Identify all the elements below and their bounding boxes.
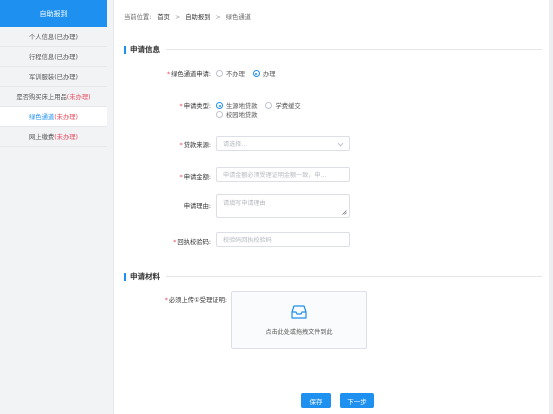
radio-tuition-deferral[interactable]: 学费缓交 (265, 101, 301, 110)
amount-input[interactable]: 申请金额必须受理证明金额一致，申... (216, 167, 350, 182)
radio-origin-loan[interactable]: 生源地贷款 (216, 101, 257, 110)
save-button[interactable]: 保存 (301, 393, 331, 408)
breadcrumb-prefix: 当前位置: (124, 14, 152, 21)
upload-dropzone[interactable]: 点击此处或拖拽文件到此 (231, 291, 367, 349)
reason-placeholder: 请填写申请理由 (223, 200, 266, 207)
verify-code-placeholder: 校验码回执校验码 (223, 237, 272, 244)
sidebar-item-green-channel[interactable]: 绿色通道 (未办理) (0, 107, 107, 127)
sidebar-header[interactable]: 自助报到 (0, 0, 107, 27)
breadcrumb: 当前位置: 首页 > 自助报到 > 绿色通道 (124, 12, 251, 21)
required-mark: * (166, 71, 171, 78)
sidebar-item-label: 绿色通道 (29, 114, 55, 121)
sidebar-item-military-uniform[interactable]: 军训服装 (已办理) (0, 67, 107, 87)
amount-row: *申请金额: (114, 172, 211, 181)
sidebar-item-online-payment[interactable]: 网上缴费 (未办理) (0, 127, 107, 147)
reason-textarea[interactable]: 请填写申请理由 (216, 194, 350, 218)
sidebar-item-label: 个人信息 (29, 34, 55, 41)
resize-handle-icon[interactable] (342, 210, 347, 215)
required-mark: * (173, 239, 177, 246)
section-marker (124, 272, 126, 281)
radio-circle (252, 70, 260, 77)
green-channel-label: *绿色通道申请: (166, 71, 211, 78)
breadcrumb-separator: > (174, 14, 181, 21)
breadcrumb-home[interactable]: 首页 (157, 14, 170, 21)
sidebar-item-status: (未办理) (54, 114, 78, 121)
loan-source-label: *贷款来源: (179, 142, 211, 149)
next-step-button[interactable]: 下一步 (340, 393, 374, 408)
radio-not-apply[interactable]: 不办理 (216, 69, 245, 78)
sidebar-item-label: 网上缴费 (29, 134, 55, 141)
radio-circle (216, 111, 223, 118)
radio-circle (216, 70, 223, 77)
section-title-text: 申请材料 (130, 272, 160, 281)
sidebar-item-label: 行程信息 (29, 54, 55, 61)
verify-code-input[interactable]: 校验码回执校验码 (216, 232, 350, 247)
loan-source-row: *贷款来源: (114, 140, 211, 149)
breadcrumb-self-report[interactable]: 自助报到 (185, 14, 210, 21)
chevron-down-icon (337, 140, 344, 147)
scrollbar-track[interactable] (549, 0, 553, 414)
required-mark: * (179, 142, 183, 149)
sidebar-item-label: 是否购买床上用品 (16, 94, 67, 101)
green-channel-row: *绿色通道申请: 不办理 办理 (114, 69, 283, 78)
amount-placeholder: 申请金额必须受理证明金额一致，申... (223, 172, 327, 179)
sidebar-item-status: (已办理) (54, 34, 78, 41)
breadcrumb-separator: > (215, 14, 221, 21)
section-divider (166, 49, 542, 50)
upload-label: *必须上传①受理证明: (164, 297, 227, 304)
section-marker (124, 45, 126, 54)
reason-row: 申请理由: (114, 201, 211, 210)
sidebar-item-status: (未办理) (54, 134, 78, 141)
sidebar-item-travel-info[interactable]: 行程信息 (已办理) (0, 47, 107, 67)
section-title-apply: 申请信息 (124, 44, 160, 55)
apply-type-label: *申请类型: (179, 103, 211, 110)
required-mark: * (179, 103, 183, 110)
section-title-materials: 申请材料 (124, 271, 160, 282)
amount-label: *申请金额: (179, 174, 211, 181)
loan-source-select[interactable]: 请选择... (216, 136, 350, 151)
sidebar-item-status: (未办理) (66, 94, 91, 101)
apply-type-row-2: 校园地贷款 (216, 110, 265, 119)
radio-apply[interactable]: 办理 (252, 69, 275, 78)
section-divider (166, 276, 542, 277)
apply-type-row: *申请类型: 生源地贷款 学费缓交 (114, 101, 309, 110)
sidebar-item-status: (已办理) (54, 74, 78, 81)
page: 自助报到 个人信息 (已办理) 行程信息 (已办理) 军训服装 (已办理) 是否购买床… (0, 0, 553, 414)
sidebar-item-label: 军训服装 (29, 74, 55, 81)
section-title-text: 申请信息 (130, 45, 160, 54)
radio-circle (216, 102, 223, 109)
loan-source-placeholder: 请选择... (223, 141, 248, 148)
verify-code-label: *回执校验码: (173, 239, 211, 246)
sidebar-item-bedding[interactable]: 是否购买床上用品 (未办理) (0, 87, 107, 107)
required-mark: * (179, 174, 183, 181)
verify-code-row: *回执校验码: (114, 237, 211, 246)
sidebar-item-personal-info[interactable]: 个人信息 (已办理) (0, 27, 107, 47)
sidebar-item-status: (已办理) (54, 54, 78, 61)
radio-campus-loan[interactable]: 校园地贷款 (216, 110, 257, 119)
main-panel: 当前位置: 首页 > 自助报到 > 绿色通道 申请信息 *绿色通道申请: 不办理… (113, 0, 549, 414)
reason-label: 申请理由: (183, 203, 211, 210)
upload-row: *必须上传①受理证明: (114, 295, 227, 304)
radio-circle (265, 102, 273, 109)
upload-hint: 点击此处或拖拽文件到此 (265, 328, 333, 336)
inbox-tray-icon (291, 304, 307, 319)
sidebar: 自助报到 个人信息 (已办理) 行程信息 (已办理) 军训服装 (已办理) 是否购买床… (0, 0, 107, 414)
required-mark: * (164, 297, 168, 304)
breadcrumb-current: 绿色通道 (225, 14, 251, 21)
